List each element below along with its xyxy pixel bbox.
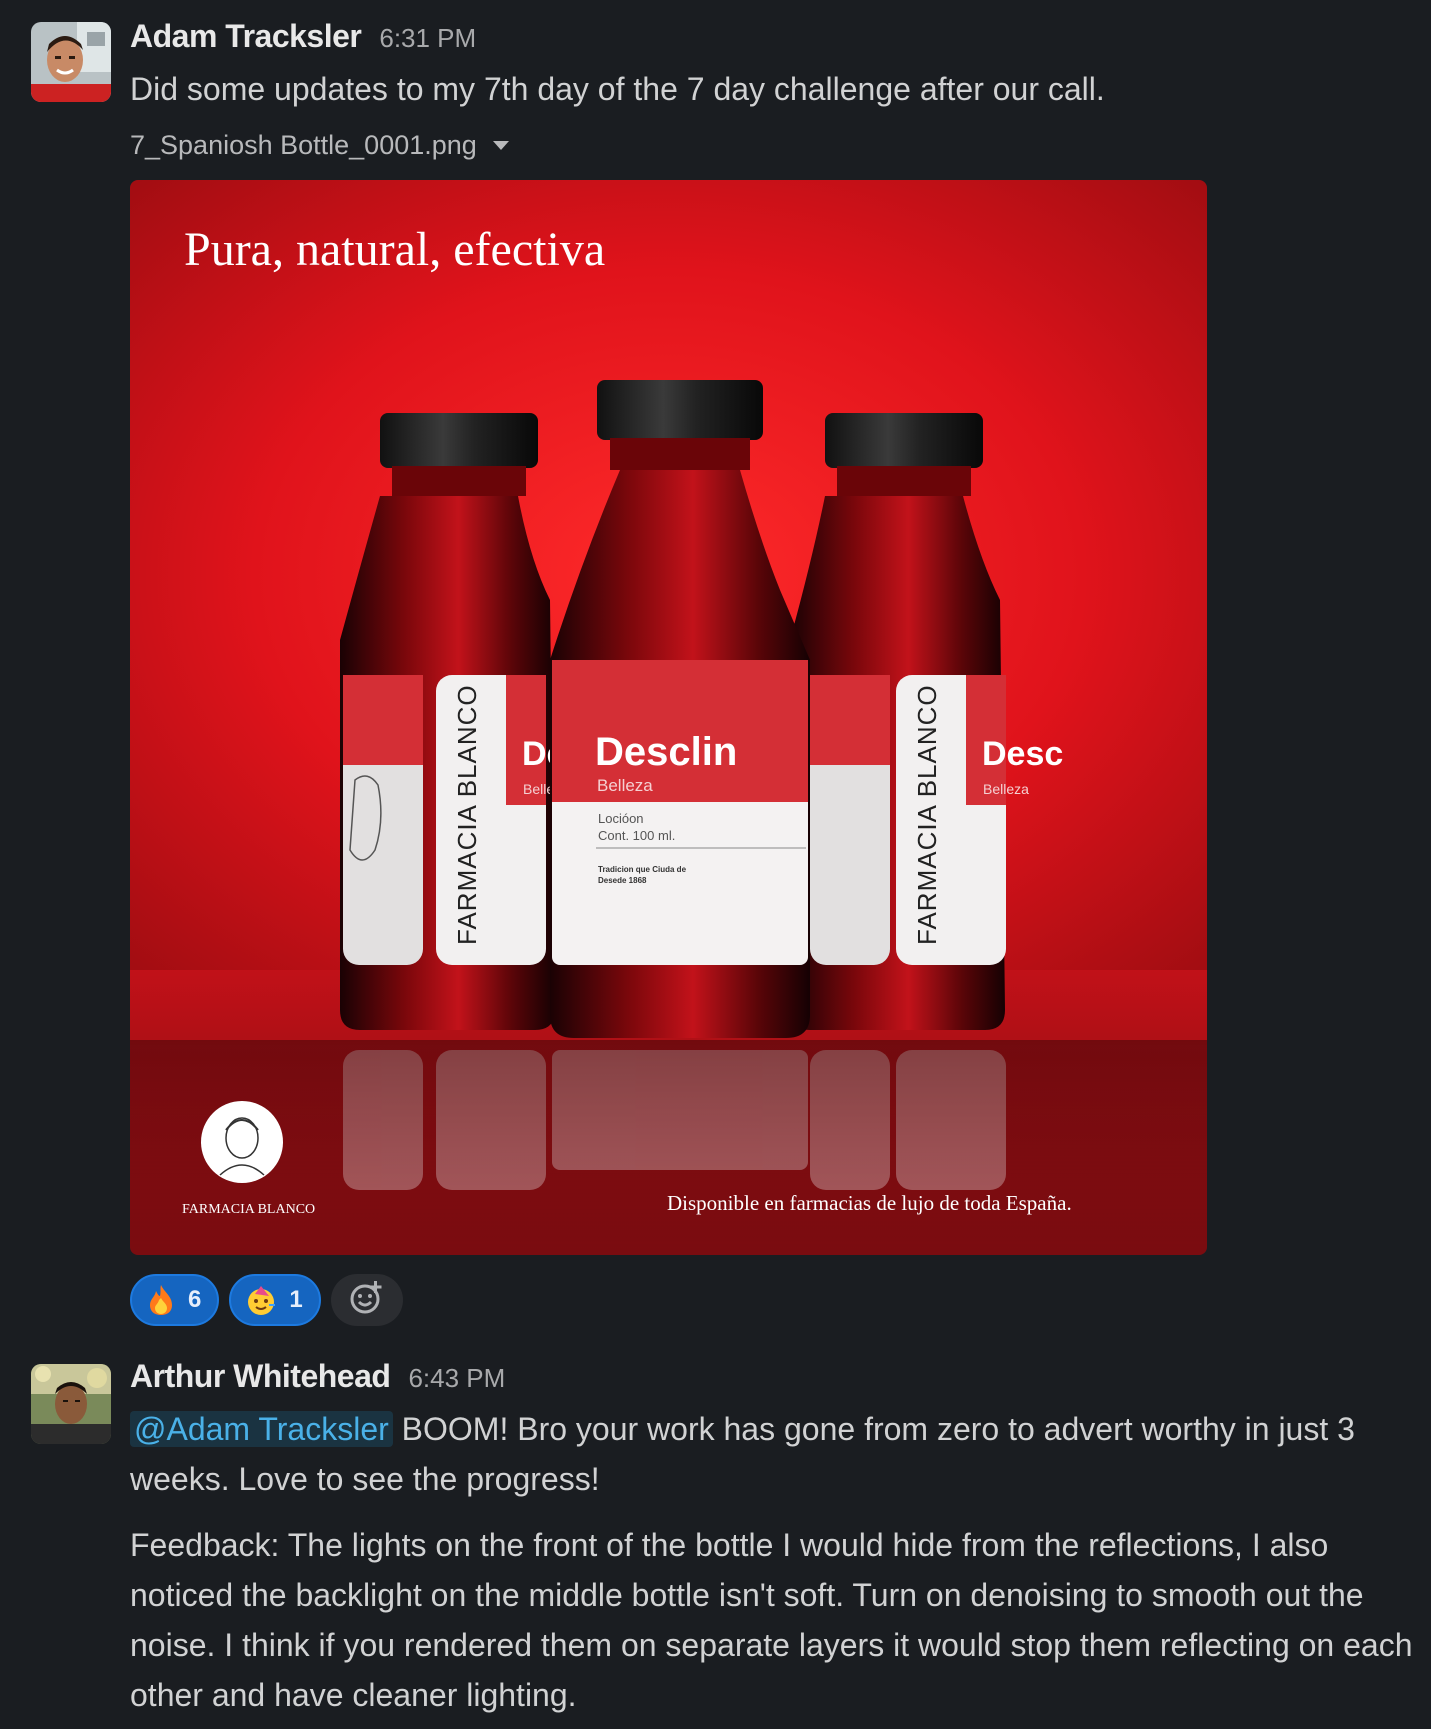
author-name[interactable]: Arthur Whitehead xyxy=(130,1358,391,1395)
user-mention[interactable]: @Adam Tracksler xyxy=(130,1411,393,1447)
reactions-bar: 6 1 xyxy=(130,1274,403,1326)
attachment-filename[interactable]: 7_Spaniosh Bottle_0001.png xyxy=(130,130,509,161)
bottle-line1: Locióon xyxy=(598,811,644,826)
partying-face-icon xyxy=(245,1284,277,1316)
side-subtitle-right: Belleza xyxy=(983,781,1029,797)
bottle-brand: Desclin xyxy=(595,730,737,774)
message-adam: Adam Tracksler 6:31 PM Did some updates … xyxy=(0,0,1431,1340)
message-feedback: Feedback: The lights on the front of the… xyxy=(130,1527,1413,1713)
attachment-filename-label: 7_Spaniosh Bottle_0001.png xyxy=(130,130,477,160)
poster-headline: Pura, natural, efectiva xyxy=(184,223,605,276)
bottle-line2: Cont. 100 ml. xyxy=(598,828,675,843)
reaction-count: 6 xyxy=(188,1286,202,1313)
avatar-arthur[interactable] xyxy=(31,1364,111,1444)
author-name[interactable]: Adam Tracksler xyxy=(130,18,362,55)
fire-icon xyxy=(146,1284,176,1316)
side-label-left: FARMACIA BLANCO xyxy=(452,684,482,945)
side-subtitle-left: Belle xyxy=(523,781,554,797)
avatar-adam[interactable] xyxy=(31,22,111,102)
side-brand-right: Desc xyxy=(982,735,1063,773)
message-arthur: Arthur Whitehead 6:43 PM @Adam Tracksler… xyxy=(0,1340,1431,1729)
logo-text: FARMACIA BLANCO xyxy=(182,1202,315,1217)
add-emoji-icon xyxy=(348,1279,386,1322)
reaction-count: 1 xyxy=(289,1286,303,1313)
message-header: Arthur Whitehead 6:43 PM xyxy=(130,1358,505,1398)
chevron-down-icon[interactable] xyxy=(492,141,509,150)
bottle-subtitle: Belleza xyxy=(597,776,653,795)
timestamp[interactable]: 6:43 PM xyxy=(408,1363,505,1394)
message-text: @Adam Tracksler BOOM! Bro your work has … xyxy=(130,1404,1420,1504)
poster-image: Pura, natural, efectiva FARMACIA BLANCO … xyxy=(130,180,1207,1255)
poster-tagline: Disponible en farmacias de lujo de toda … xyxy=(667,1191,1072,1215)
bottle-small1: Tradicion que Ciuda de xyxy=(598,865,687,874)
message-text: Did some updates to my 7th day of the 7 … xyxy=(130,71,1105,107)
add-reaction-button[interactable] xyxy=(330,1274,403,1326)
reaction-party[interactable]: 1 xyxy=(229,1274,321,1326)
bottle-small2: Desede 1868 xyxy=(598,876,647,885)
message-header: Adam Tracksler 6:31 PM xyxy=(130,18,476,58)
attachment-image[interactable]: Pura, natural, efectiva FARMACIA BLANCO … xyxy=(130,180,1207,1255)
reaction-fire[interactable]: 6 xyxy=(130,1274,220,1326)
timestamp[interactable]: 6:31 PM xyxy=(379,23,476,54)
side-label-right: FARMACIA BLANCO xyxy=(912,684,942,945)
